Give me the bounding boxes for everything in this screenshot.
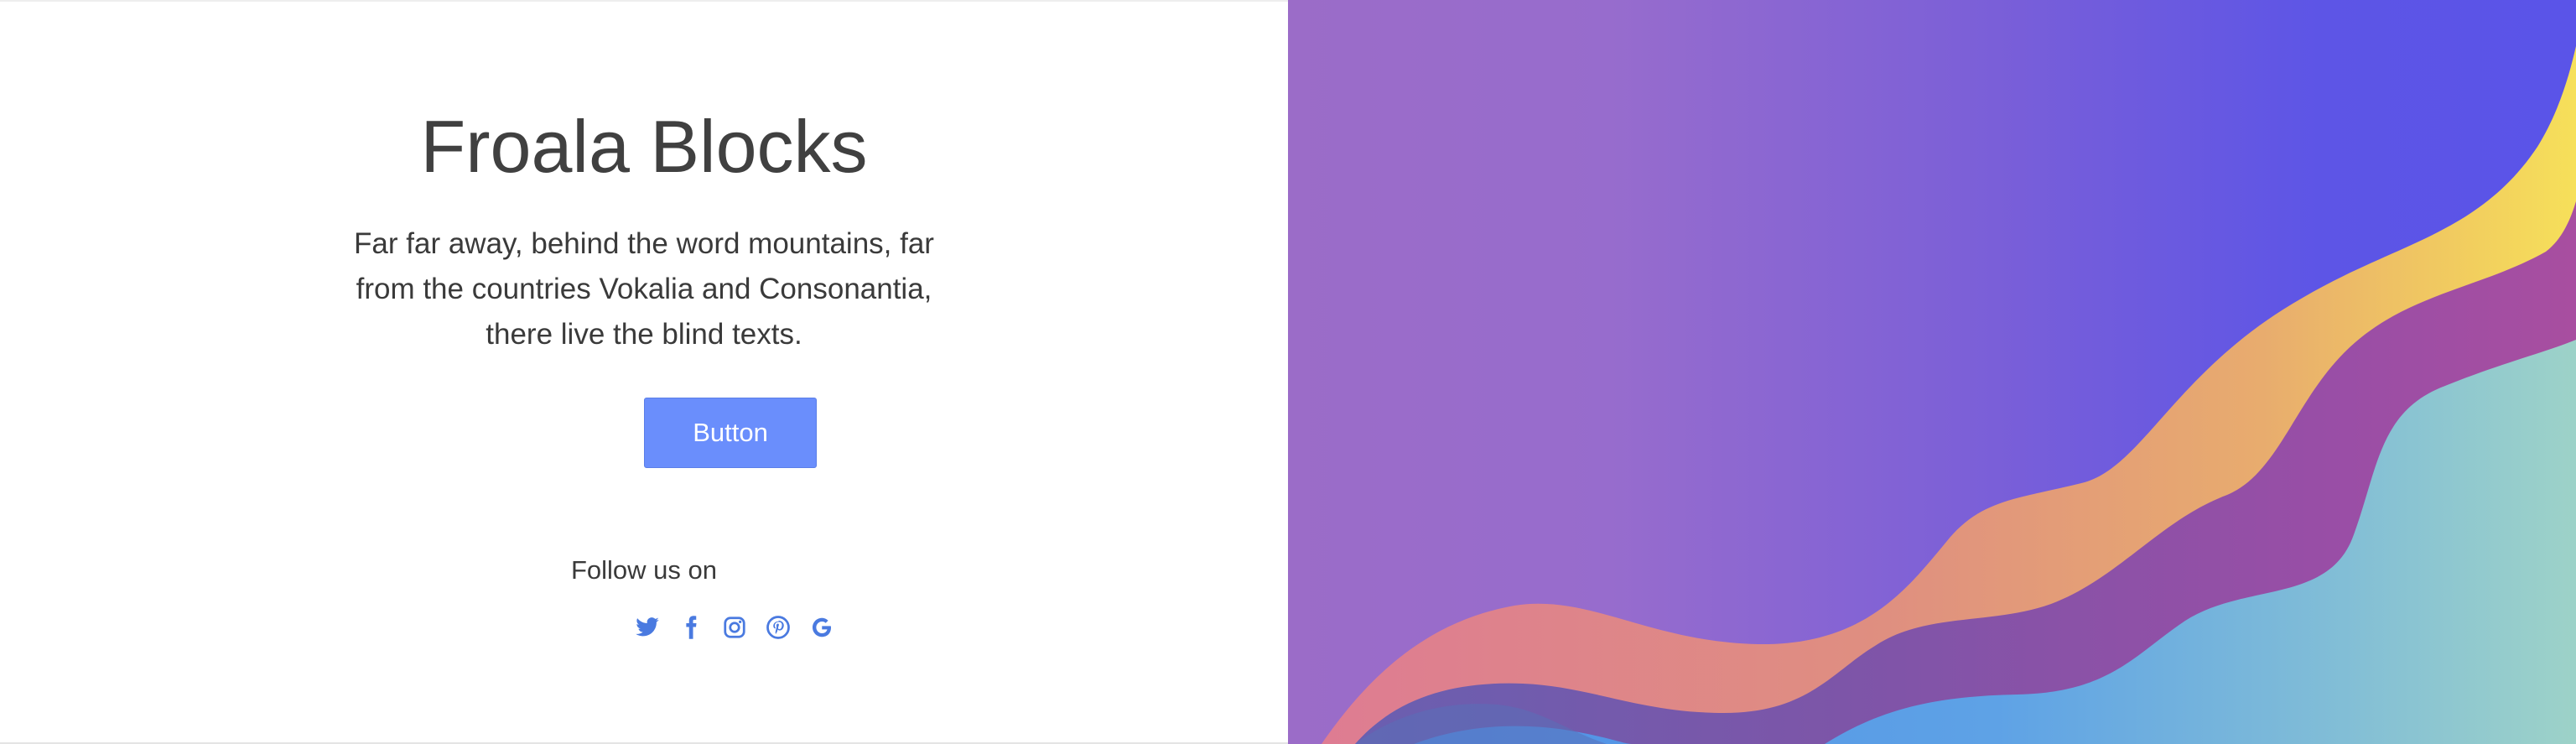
hero-text-panel: Froala Blocks Far far away, behind the w… bbox=[0, 0, 1288, 744]
pinterest-icon[interactable] bbox=[763, 612, 793, 643]
wave-illustration bbox=[1288, 0, 2576, 744]
follow-us-label: Follow us on bbox=[570, 555, 718, 585]
social-icons bbox=[632, 612, 837, 643]
decorative-wave-image bbox=[1288, 0, 2576, 744]
google-icon[interactable] bbox=[807, 612, 837, 643]
twitter-icon[interactable] bbox=[632, 612, 662, 643]
hero-description: Far far away, behind the word mountains,… bbox=[354, 227, 934, 351]
hero-section: Froala Blocks Far far away, behind the w… bbox=[0, 0, 2576, 744]
facebook-icon[interactable] bbox=[676, 612, 706, 643]
primary-button[interactable]: Button bbox=[644, 398, 817, 468]
hero-title: Froala Blocks bbox=[420, 105, 868, 188]
instagram-icon[interactable] bbox=[719, 612, 750, 643]
